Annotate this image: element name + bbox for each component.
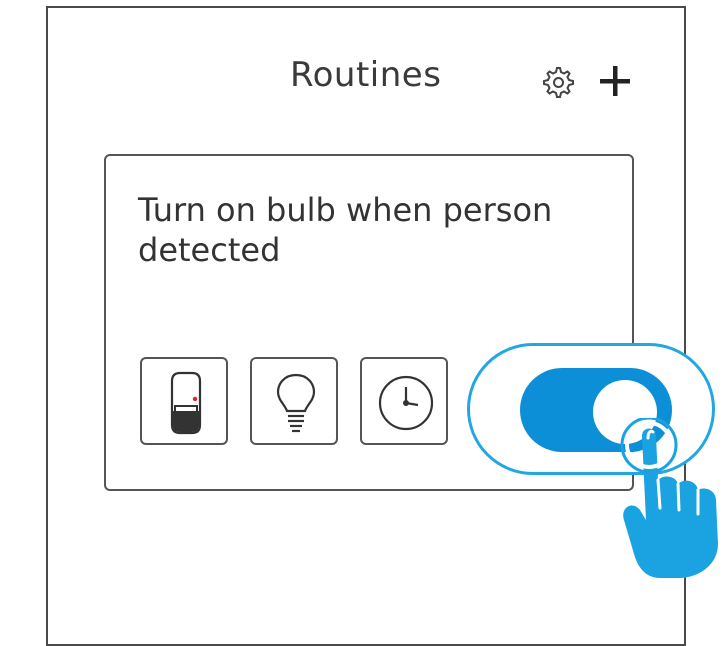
tap-hand-icon: [620, 416, 725, 578]
add-routine-button[interactable]: [596, 62, 634, 100]
light-bulb-icon: [276, 373, 316, 433]
light-bulb-chip[interactable]: [250, 357, 338, 445]
plus-icon: [600, 66, 630, 96]
motion-sensor-chip[interactable]: [140, 357, 228, 445]
gear-icon: [543, 67, 574, 98]
clock-icon: [378, 375, 434, 431]
page-title: Routines: [290, 55, 442, 95]
clock-chip[interactable]: [360, 357, 448, 445]
settings-button[interactable]: [538, 62, 576, 100]
motion-sensor-icon: [170, 371, 202, 435]
routine-title: Turn on bulb when person detected: [138, 191, 553, 269]
